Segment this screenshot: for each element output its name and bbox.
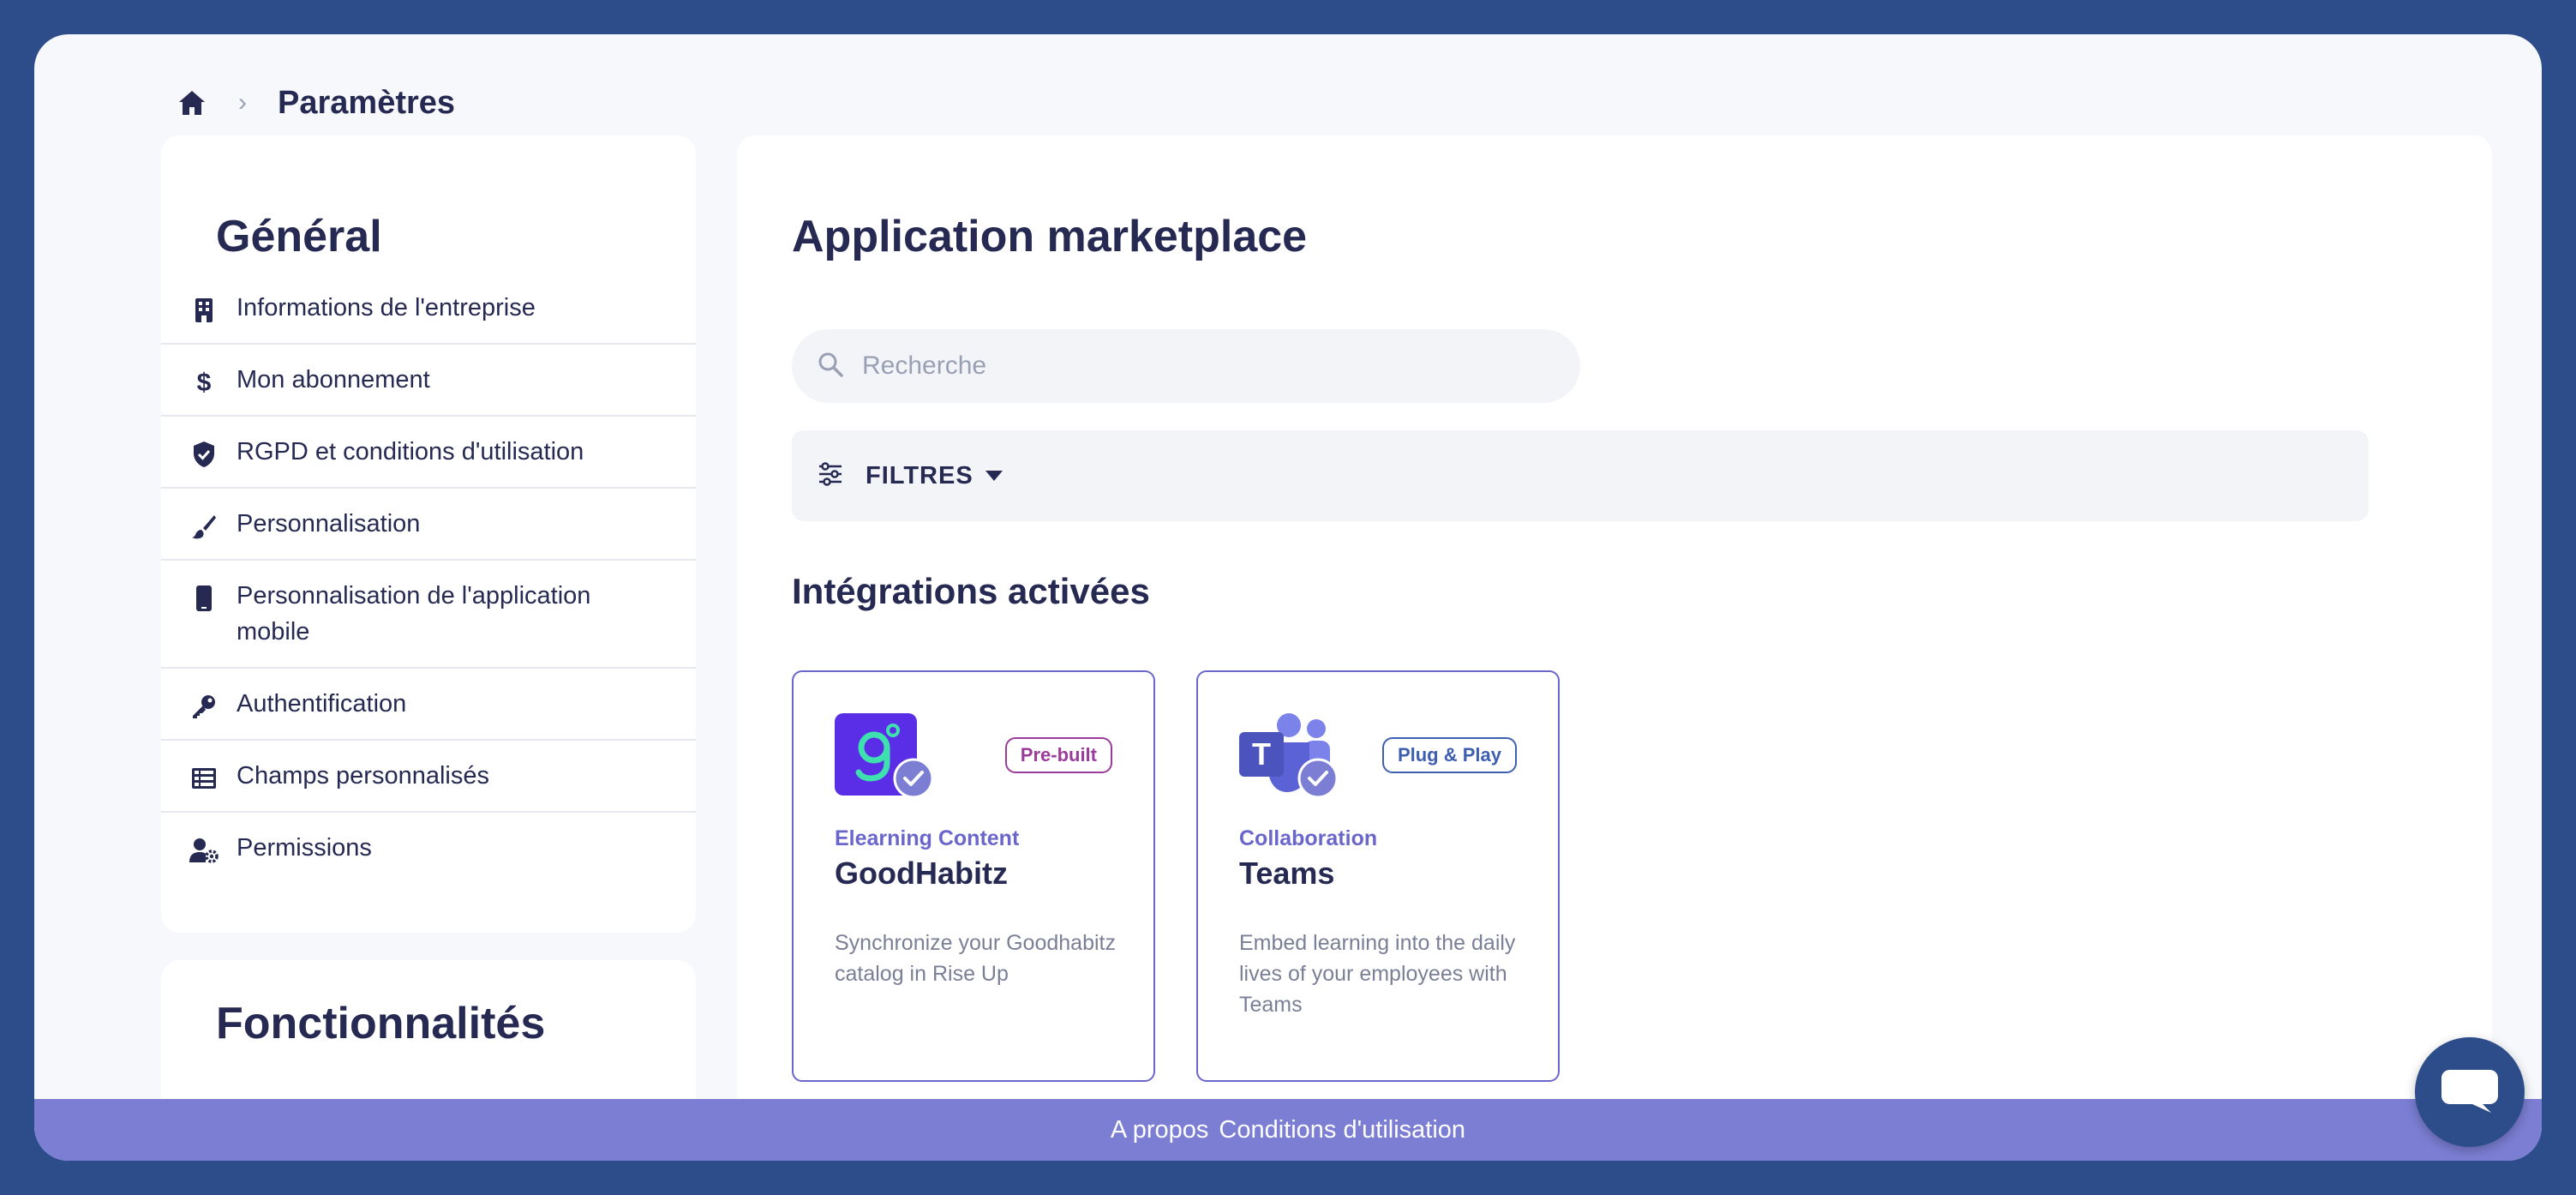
marketplace-panel: Application marketplace FILTRES Intégrat… <box>737 135 2492 1161</box>
marketplace-title: Application marketplace <box>792 212 1308 261</box>
sidebar-item-label: Mon abonnement <box>237 366 430 393</box>
sidebar-item-mobile-app[interactable]: Personnalisation de l'application mobile <box>161 561 696 669</box>
sidebar-general-title: Général <box>216 212 382 261</box>
card-category: Collaboration <box>1239 826 1378 850</box>
sliders-icon <box>818 461 843 490</box>
table-icon <box>187 761 221 796</box>
sidebar-list: Informations de l'entreprise $ Mon abonn… <box>161 273 696 883</box>
app-window: › Paramètres Général Informations de l'e… <box>34 34 2542 1161</box>
key-icon <box>187 689 221 724</box>
sidebar-general-card: Général Informations de l'entreprise $ M… <box>161 135 696 933</box>
filters-bar: FILTRES <box>792 430 2369 521</box>
card-description: Synchronize your Goodhabitz catalog in R… <box>835 931 1116 986</box>
home-icon[interactable] <box>177 87 207 118</box>
sidebar-item-label: Permissions <box>237 834 372 862</box>
prebuilt-badge: Pre-built <box>1004 737 1112 773</box>
footer-about-link[interactable]: A propos <box>1111 1116 1208 1144</box>
search-icon <box>818 351 843 381</box>
footer-terms-link[interactable]: Conditions d'utilisation <box>1219 1116 1465 1144</box>
sidebar-item-label: RGPD et conditions d'utilisation <box>237 438 584 465</box>
sidebar-item-permissions[interactable]: Permissions <box>161 813 696 883</box>
svg-text:$: $ <box>197 369 212 396</box>
card-name: Teams <box>1239 856 1335 891</box>
sidebar-item-authentication[interactable]: Authentification <box>161 669 696 741</box>
chat-icon <box>2440 1066 2500 1119</box>
sidebar-item-label: Informations de l'entreprise <box>237 294 536 321</box>
sidebar-item-label: Personnalisation <box>237 510 421 537</box>
card-description: Embed learning into the daily lives of y… <box>1239 931 1516 1017</box>
filters-button[interactable]: FILTRES <box>818 462 1003 490</box>
search-input[interactable] <box>862 351 1531 381</box>
chat-button[interactable] <box>2415 1037 2525 1147</box>
sidebar-item-label: Authentification <box>237 690 407 718</box>
page-title: Paramètres <box>278 84 456 121</box>
integration-card-goodhabitz[interactable]: Pre-built Elearning Content GoodHabitz S… <box>792 670 1155 1082</box>
shield-check-icon <box>187 437 221 471</box>
sidebar-item-subscription[interactable]: $ Mon abonnement <box>161 345 696 417</box>
plug-and-play-badge: Plug & Play <box>1381 737 1517 773</box>
sidebar-features-title: Fonctionnalités <box>216 999 546 1048</box>
card-category: Elearning Content <box>835 826 1020 850</box>
filters-label: FILTRES <box>866 461 973 489</box>
teams-logo: T <box>1239 713 1339 799</box>
integration-card-teams[interactable]: T Plug & Play Collaboration Teams Embed … <box>1196 670 1560 1082</box>
mobile-icon <box>187 581 221 616</box>
card-name: GoodHabitz <box>835 856 1008 891</box>
sidebar-item-label: Champs personnalisés <box>237 762 489 790</box>
goodhabitz-logo <box>835 713 934 799</box>
caret-down-icon <box>985 471 1003 481</box>
building-icon <box>187 293 221 327</box>
breadcrumb-separator: › <box>238 88 247 117</box>
sidebar-item-company-info[interactable]: Informations de l'entreprise <box>161 273 696 345</box>
footer: A propos Conditions d'utilisation <box>34 1099 2542 1161</box>
sidebar-item-custom-fields[interactable]: Champs personnalisés <box>161 741 696 813</box>
sidebar-item-customization[interactable]: Personnalisation <box>161 489 696 561</box>
svg-text:T: T <box>1252 736 1271 772</box>
search-bar[interactable] <box>792 329 1580 403</box>
breadcrumb: › Paramètres <box>177 69 455 137</box>
sidebar-item-label: Personnalisation de l'application mobile <box>237 582 591 646</box>
sidebar-item-gdpr[interactable]: RGPD et conditions d'utilisation <box>161 417 696 489</box>
active-integrations-title: Intégrations activées <box>792 571 1150 611</box>
user-gear-icon <box>187 833 221 868</box>
paintbrush-icon <box>187 509 221 543</box>
dollar-icon: $ <box>187 365 221 399</box>
